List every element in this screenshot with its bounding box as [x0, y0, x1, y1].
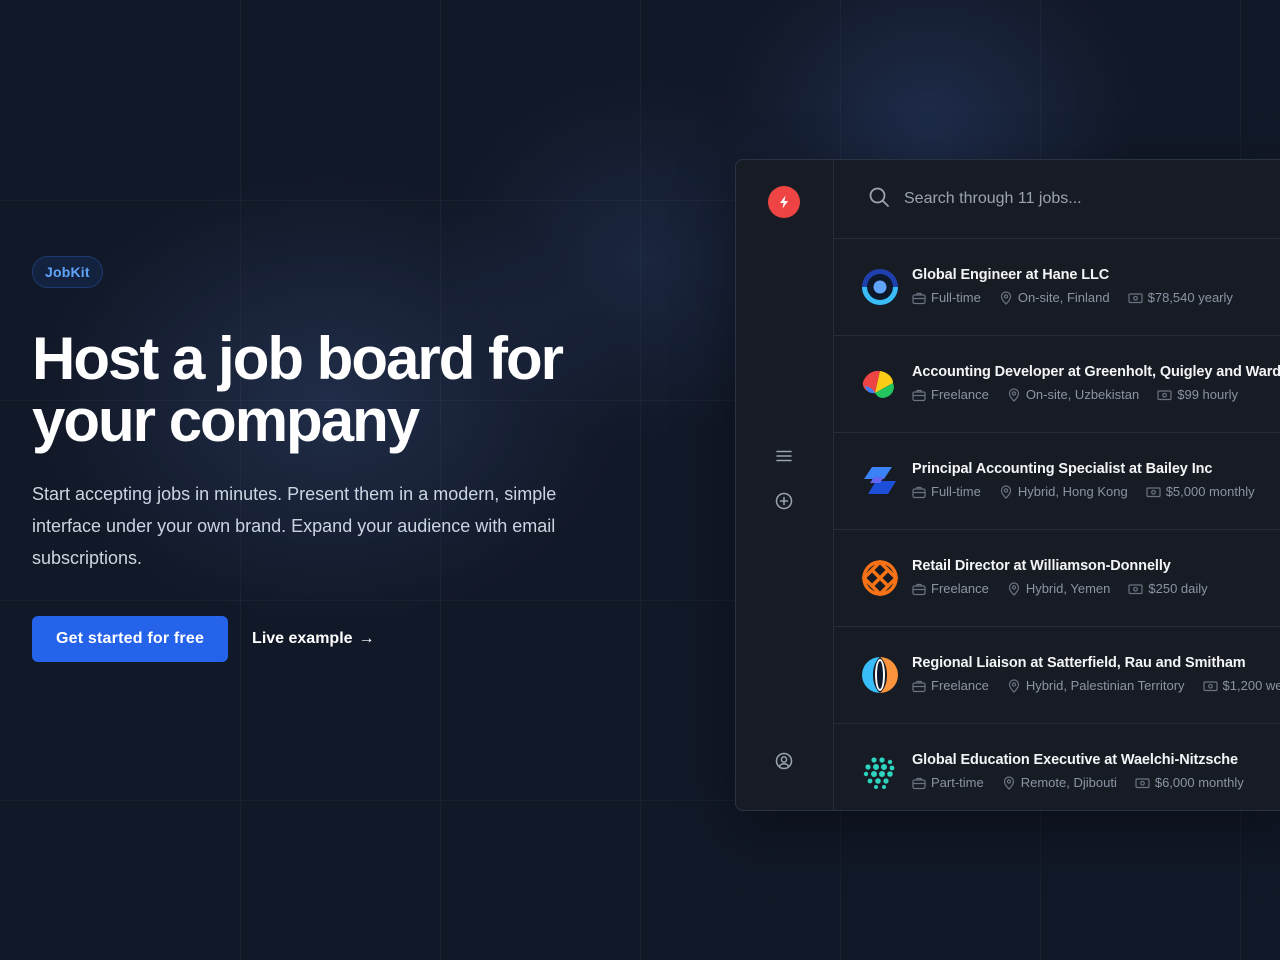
search-bar: [834, 160, 1280, 239]
job-row[interactable]: Retail Director at Williamson-Donnelly F…: [834, 530, 1280, 627]
arrow-right-icon: →: [358, 630, 375, 647]
job-row[interactable]: Global Engineer at Hane LLC Full-time On…: [834, 239, 1280, 336]
job-type: Full-time: [931, 290, 981, 305]
job-location: Hybrid, Yemen: [1025, 581, 1111, 596]
briefcase-icon: [912, 680, 926, 692]
job-type: Freelance: [931, 678, 989, 693]
money-icon: [1128, 583, 1143, 594]
job-logo-icon: [861, 559, 899, 597]
location-pin-icon: [1003, 775, 1014, 790]
job-meta: Freelance Hybrid, Yemen $250 daily: [912, 581, 1226, 596]
job-location: Remote, Djibouti: [1020, 775, 1117, 790]
lightning-icon[interactable]: [768, 186, 800, 218]
job-logo-icon: [862, 269, 898, 305]
job-meta: Freelance On-site, Uzbekistan $99 hourly: [912, 387, 1256, 402]
hero-headline: Host a job board for your company: [32, 325, 564, 454]
job-logo-icon: [864, 467, 896, 494]
landing-page: JobKit Host a job board for your company…: [0, 0, 1280, 960]
location-pin-icon: [1000, 290, 1011, 305]
job-salary: $1,200 we: [1222, 678, 1280, 693]
location-pin-icon: [1008, 387, 1019, 402]
job-row[interactable]: Principal Accounting Specialist at Baile…: [834, 433, 1280, 530]
job-salary: $78,540 yearly: [1147, 290, 1233, 305]
job-salary: $6,000 monthly: [1154, 775, 1244, 790]
money-icon: [1157, 389, 1172, 400]
job-salary: $99 hourly: [1177, 387, 1238, 402]
hero-actions: Get started for free Live example →: [32, 616, 632, 662]
job-salary: $5,000 monthly: [1165, 484, 1255, 499]
briefcase-icon: [912, 486, 926, 498]
job-meta: Part-time Remote, Djibouti $6,000 monthl…: [912, 775, 1262, 790]
search-input[interactable]: [902, 189, 1266, 209]
location-pin-icon: [1008, 581, 1019, 596]
job-location: Hybrid, Palestinian Territory: [1025, 678, 1185, 693]
user-circle-icon[interactable]: [774, 751, 794, 771]
hero-lead: Start accepting jobs in minutes. Present…: [32, 484, 557, 568]
hero-section: JobKit Host a job board for your company…: [32, 256, 632, 662]
job-title: Accounting Developer at Greenholt, Quigl…: [912, 364, 1280, 380]
live-example-label: Live example: [252, 630, 353, 647]
job-row[interactable]: Global Education Executive at Waelchi-Ni…: [834, 724, 1280, 810]
briefcase-icon: [912, 389, 926, 401]
app-main: Global Engineer at Hane LLC Full-time On…: [834, 160, 1280, 810]
job-title: Global Education Executive at Waelchi-Ni…: [912, 752, 1239, 768]
job-row[interactable]: Regional Liaison at Satterfield, Rau and…: [834, 627, 1280, 724]
job-title: Principal Accounting Specialist at Baile…: [912, 461, 1213, 477]
job-meta: Full-time On-site, Finland $78,540 yearl…: [912, 290, 1251, 305]
job-row[interactable]: Accounting Developer at Greenholt, Quigl…: [834, 336, 1280, 433]
plus-circle-icon[interactable]: [774, 491, 794, 511]
job-type: Full-time: [931, 484, 981, 499]
job-title: Regional Liaison at Satterfield, Rau and…: [912, 655, 1246, 671]
job-meta: Full-time Hybrid, Hong Kong $5,000 month…: [912, 484, 1273, 499]
briefcase-icon: [912, 583, 926, 595]
search-icon: [868, 186, 890, 213]
job-salary: $250 daily: [1148, 581, 1208, 596]
menu-icon[interactable]: [774, 446, 794, 466]
money-icon: [1146, 486, 1161, 497]
job-location: Hybrid, Hong Kong: [1017, 484, 1128, 499]
job-location: On-site, Finland: [1017, 290, 1110, 305]
job-title: Retail Director at Williamson-Donnelly: [912, 558, 1171, 574]
app-sidebar: [736, 160, 834, 810]
location-pin-icon: [1008, 678, 1019, 693]
live-example-link[interactable]: Live example →: [252, 630, 375, 648]
job-logo-icon: [863, 757, 895, 789]
job-logo-icon: [862, 657, 898, 693]
get-started-button[interactable]: Get started for free: [32, 616, 229, 662]
job-type: Freelance: [931, 581, 989, 596]
job-location: On-site, Uzbekistan: [1025, 387, 1140, 402]
money-icon: [1135, 777, 1150, 788]
job-logo-icon: [862, 370, 894, 398]
app-preview-window: Global Engineer at Hane LLC Full-time On…: [735, 159, 1280, 811]
location-pin-icon: [1000, 484, 1011, 499]
job-type: Part-time: [931, 775, 984, 790]
briefcase-icon: [912, 777, 926, 789]
job-title: Global Engineer at Hane LLC: [912, 267, 1110, 283]
job-meta: Freelance Hybrid, Palestinian Territory …: [912, 678, 1280, 693]
brand-badge: JobKit: [32, 256, 103, 288]
money-icon: [1202, 680, 1218, 691]
briefcase-icon: [912, 292, 926, 304]
money-icon: [1128, 292, 1143, 303]
job-type: Freelance: [931, 387, 989, 402]
